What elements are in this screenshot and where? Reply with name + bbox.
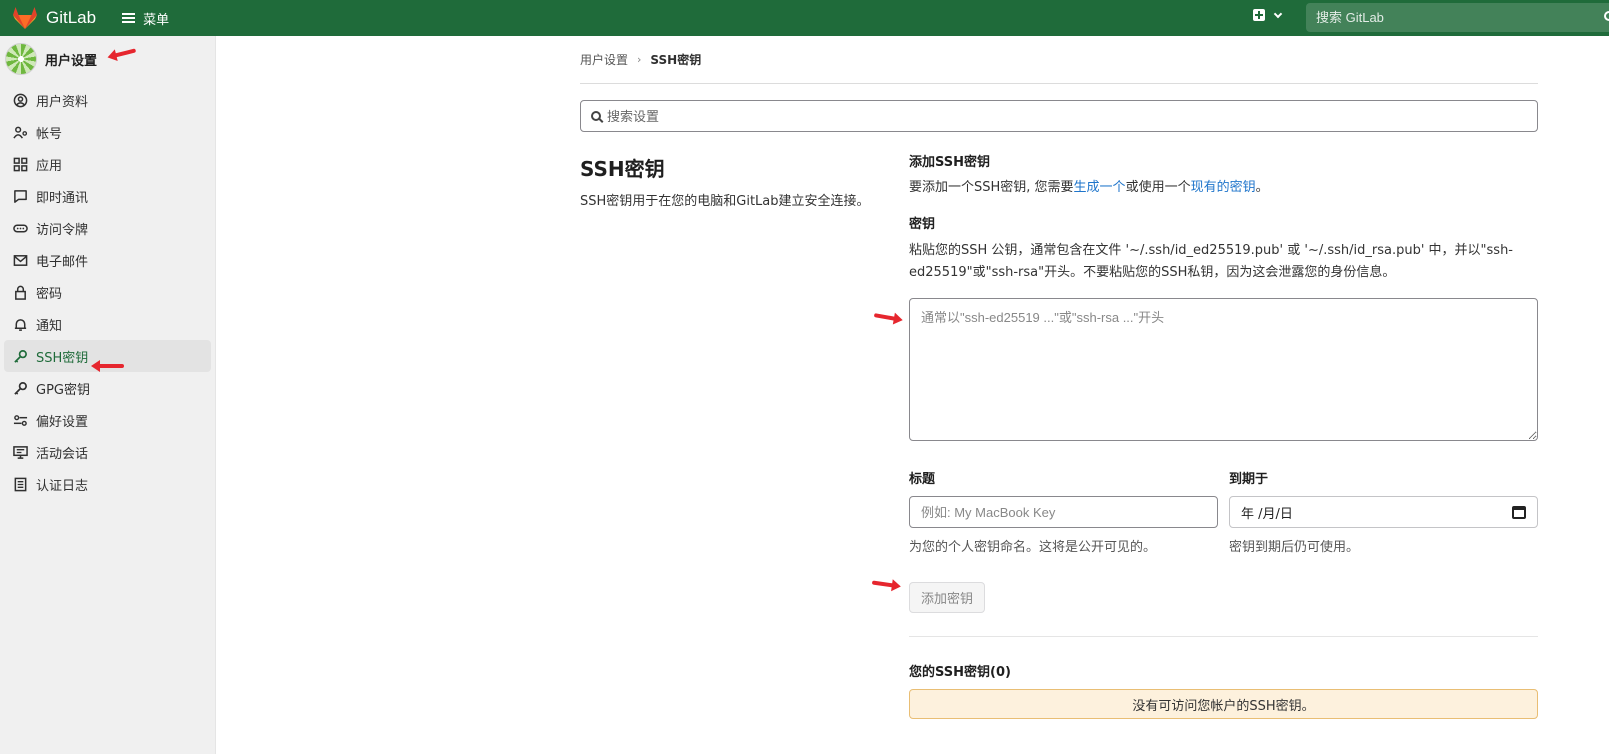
expires-date-input[interactable]: 年 /月/日 [1229,496,1538,528]
divider [909,636,1538,637]
sidebar-item-notifications[interactable]: 通知 [0,308,215,340]
section-intro: SSH密钥 SSH密钥用于在您的电脑和GitLab建立安全连接。 [580,148,870,212]
sidebar-nav: 用户资料 帐号 应用 即时通讯 访问令牌 电子邮件 密码 通知 SSH密钥 GP… [0,84,215,500]
global-search [1306,3,1609,32]
chevron-down-icon [1273,9,1283,18]
date-placeholder: 年 /月/日 [1241,506,1293,522]
sidebar-item-profile[interactable]: 用户资料 [0,84,215,116]
sidebar-item-label: 帐号 [36,126,63,142]
sidebar-title: 用户设置 [45,53,98,69]
sidebar-item-label: 通知 [36,318,63,334]
sidebar: 用户设置 用户资料 帐号 应用 即时通讯 访问令牌 电子邮件 密码 通知 SSH… [0,36,216,754]
calendar-icon[interactable] [1512,505,1526,519]
gitlab-logo[interactable]: GitLab [12,6,96,30]
hamburger-icon [122,13,136,23]
empty-keys-message: 没有可访问您帐户的SSH密钥。 [1132,698,1315,714]
title-expiry-row: 标题 为您的个人密钥命名。这将是公开可见的。 到期于 年 /月/日 密钥到期后仍… [909,468,1538,555]
sidebar-item-account[interactable]: 帐号 [0,116,215,148]
your-keys-title: 您的SSH密钥(0) [909,665,1011,680]
title-label: 标题 [909,472,936,487]
key-textarea[interactable] [909,298,1538,441]
lock-icon [12,284,28,300]
annotation-arrow-key-field [873,313,897,321]
title-input[interactable] [909,496,1218,528]
settings-search [580,100,1538,132]
sidebar-item-label: 认证日志 [36,478,89,494]
menu-button[interactable]: 菜单 [122,9,169,28]
breadcrumb-separator-icon: › [637,53,642,66]
key-label: 密钥 [909,217,936,232]
applications-icon [12,156,28,172]
intro-text-after: 。 [1255,180,1269,195]
sidebar-item-label: GPG密钥 [36,382,90,398]
sidebar-item-preferences[interactable]: 偏好设置 [0,404,215,436]
expires-hint: 密钥到期后仍可使用。 [1229,540,1360,555]
avatar [5,43,37,75]
existing-key-link[interactable]: 现有的密钥 [1191,180,1256,195]
generate-key-link[interactable]: 生成一个 [1074,180,1126,195]
sidebar-item-gpg-keys[interactable]: GPG密钥 [0,372,215,404]
new-dropdown-button[interactable] [1253,9,1283,21]
plus-square-icon [1253,9,1265,21]
log-icon [12,476,28,492]
profile-icon [12,92,28,108]
sidebar-item-chat[interactable]: 即时通讯 [0,180,215,212]
expires-label: 到期于 [1229,472,1269,487]
sidebar-item-label: 应用 [36,158,63,174]
add-key-heading: 添加SSH密钥 [909,155,991,170]
empty-keys-alert: 没有可访问您帐户的SSH密钥。 [909,689,1538,719]
breadcrumb: 用户设置 › SSH密钥 [580,36,1538,84]
key-icon [12,380,28,396]
monitor-icon [12,444,28,460]
main-content: 用户设置 › SSH密钥 SSH密钥 SSH密钥用于在您的电脑和GitLab建立… [580,36,1538,719]
account-icon [12,124,28,140]
top-navbar: GitLab 菜单 [0,0,1609,36]
expires-field: 到期于 年 /月/日 密钥到期后仍可使用。 [1229,468,1538,555]
sidebar-item-emails[interactable]: 电子邮件 [0,244,215,276]
search-icon [591,111,601,121]
search-icon [1604,11,1609,21]
intro-text-middle: 或使用一个 [1125,180,1191,195]
add-ssh-key-form: 添加SSH密钥 要添加一个SSH密钥, 您需要生成一个或使用一个现有的密钥。 密… [909,148,1538,719]
sidebar-item-label: SSH密钥 [36,350,89,366]
mail-icon [12,252,28,268]
title-field: 标题 为您的个人密钥命名。这将是公开可见的。 [909,468,1218,555]
settings-search-input[interactable] [607,108,1207,124]
preferences-icon [12,412,28,428]
section-description: SSH密钥用于在您的电脑和GitLab建立安全连接。 [580,194,870,209]
chat-icon [12,188,28,204]
sidebar-item-label: 即时通讯 [36,190,89,206]
sidebar-item-applications[interactable]: 应用 [0,148,215,180]
sidebar-item-label: 访问令牌 [36,222,89,238]
key-help-text: 粘贴您的SSH 公钥，通常包含在文件 '~/.ssh/id_ed25519.pu… [909,243,1513,280]
section-title: SSH密钥 [580,157,665,181]
sidebar-item-label: 偏好设置 [36,414,89,430]
annotation-arrow-add-button [871,580,895,588]
tanuki-icon [13,7,37,29]
sidebar-item-label: 密码 [36,286,63,302]
sidebar-item-active-sessions[interactable]: 活动会话 [0,436,215,468]
breadcrumb-parent[interactable]: 用户设置 [580,51,628,68]
breadcrumb-current[interactable]: SSH密钥 [650,51,701,68]
key-icon [12,348,28,364]
title-hint: 为您的个人密钥命名。这将是公开可见的。 [909,540,1157,555]
bell-icon [12,316,28,332]
sidebar-item-label: 电子邮件 [36,254,89,270]
brand-name: GitLab [46,8,97,27]
menu-label: 菜单 [143,12,170,28]
sidebar-item-label: 活动会话 [36,446,89,462]
sidebar-item-label: 用户资料 [36,94,89,110]
add-key-intro: 要添加一个SSH密钥, 您需要生成一个或使用一个现有的密钥。 [909,177,1538,199]
sidebar-item-access-tokens[interactable]: 访问令牌 [0,212,215,244]
token-icon [12,220,28,236]
sidebar-item-auth-log[interactable]: 认证日志 [0,468,215,500]
intro-text-before: 要添加一个SSH密钥, 您需要 [909,180,1074,195]
annotation-arrow-ssh-keys [91,360,124,372]
sidebar-item-password[interactable]: 密码 [0,276,215,308]
global-search-input[interactable] [1316,10,1576,25]
add-key-button[interactable]: 添加密钥 [909,582,986,613]
